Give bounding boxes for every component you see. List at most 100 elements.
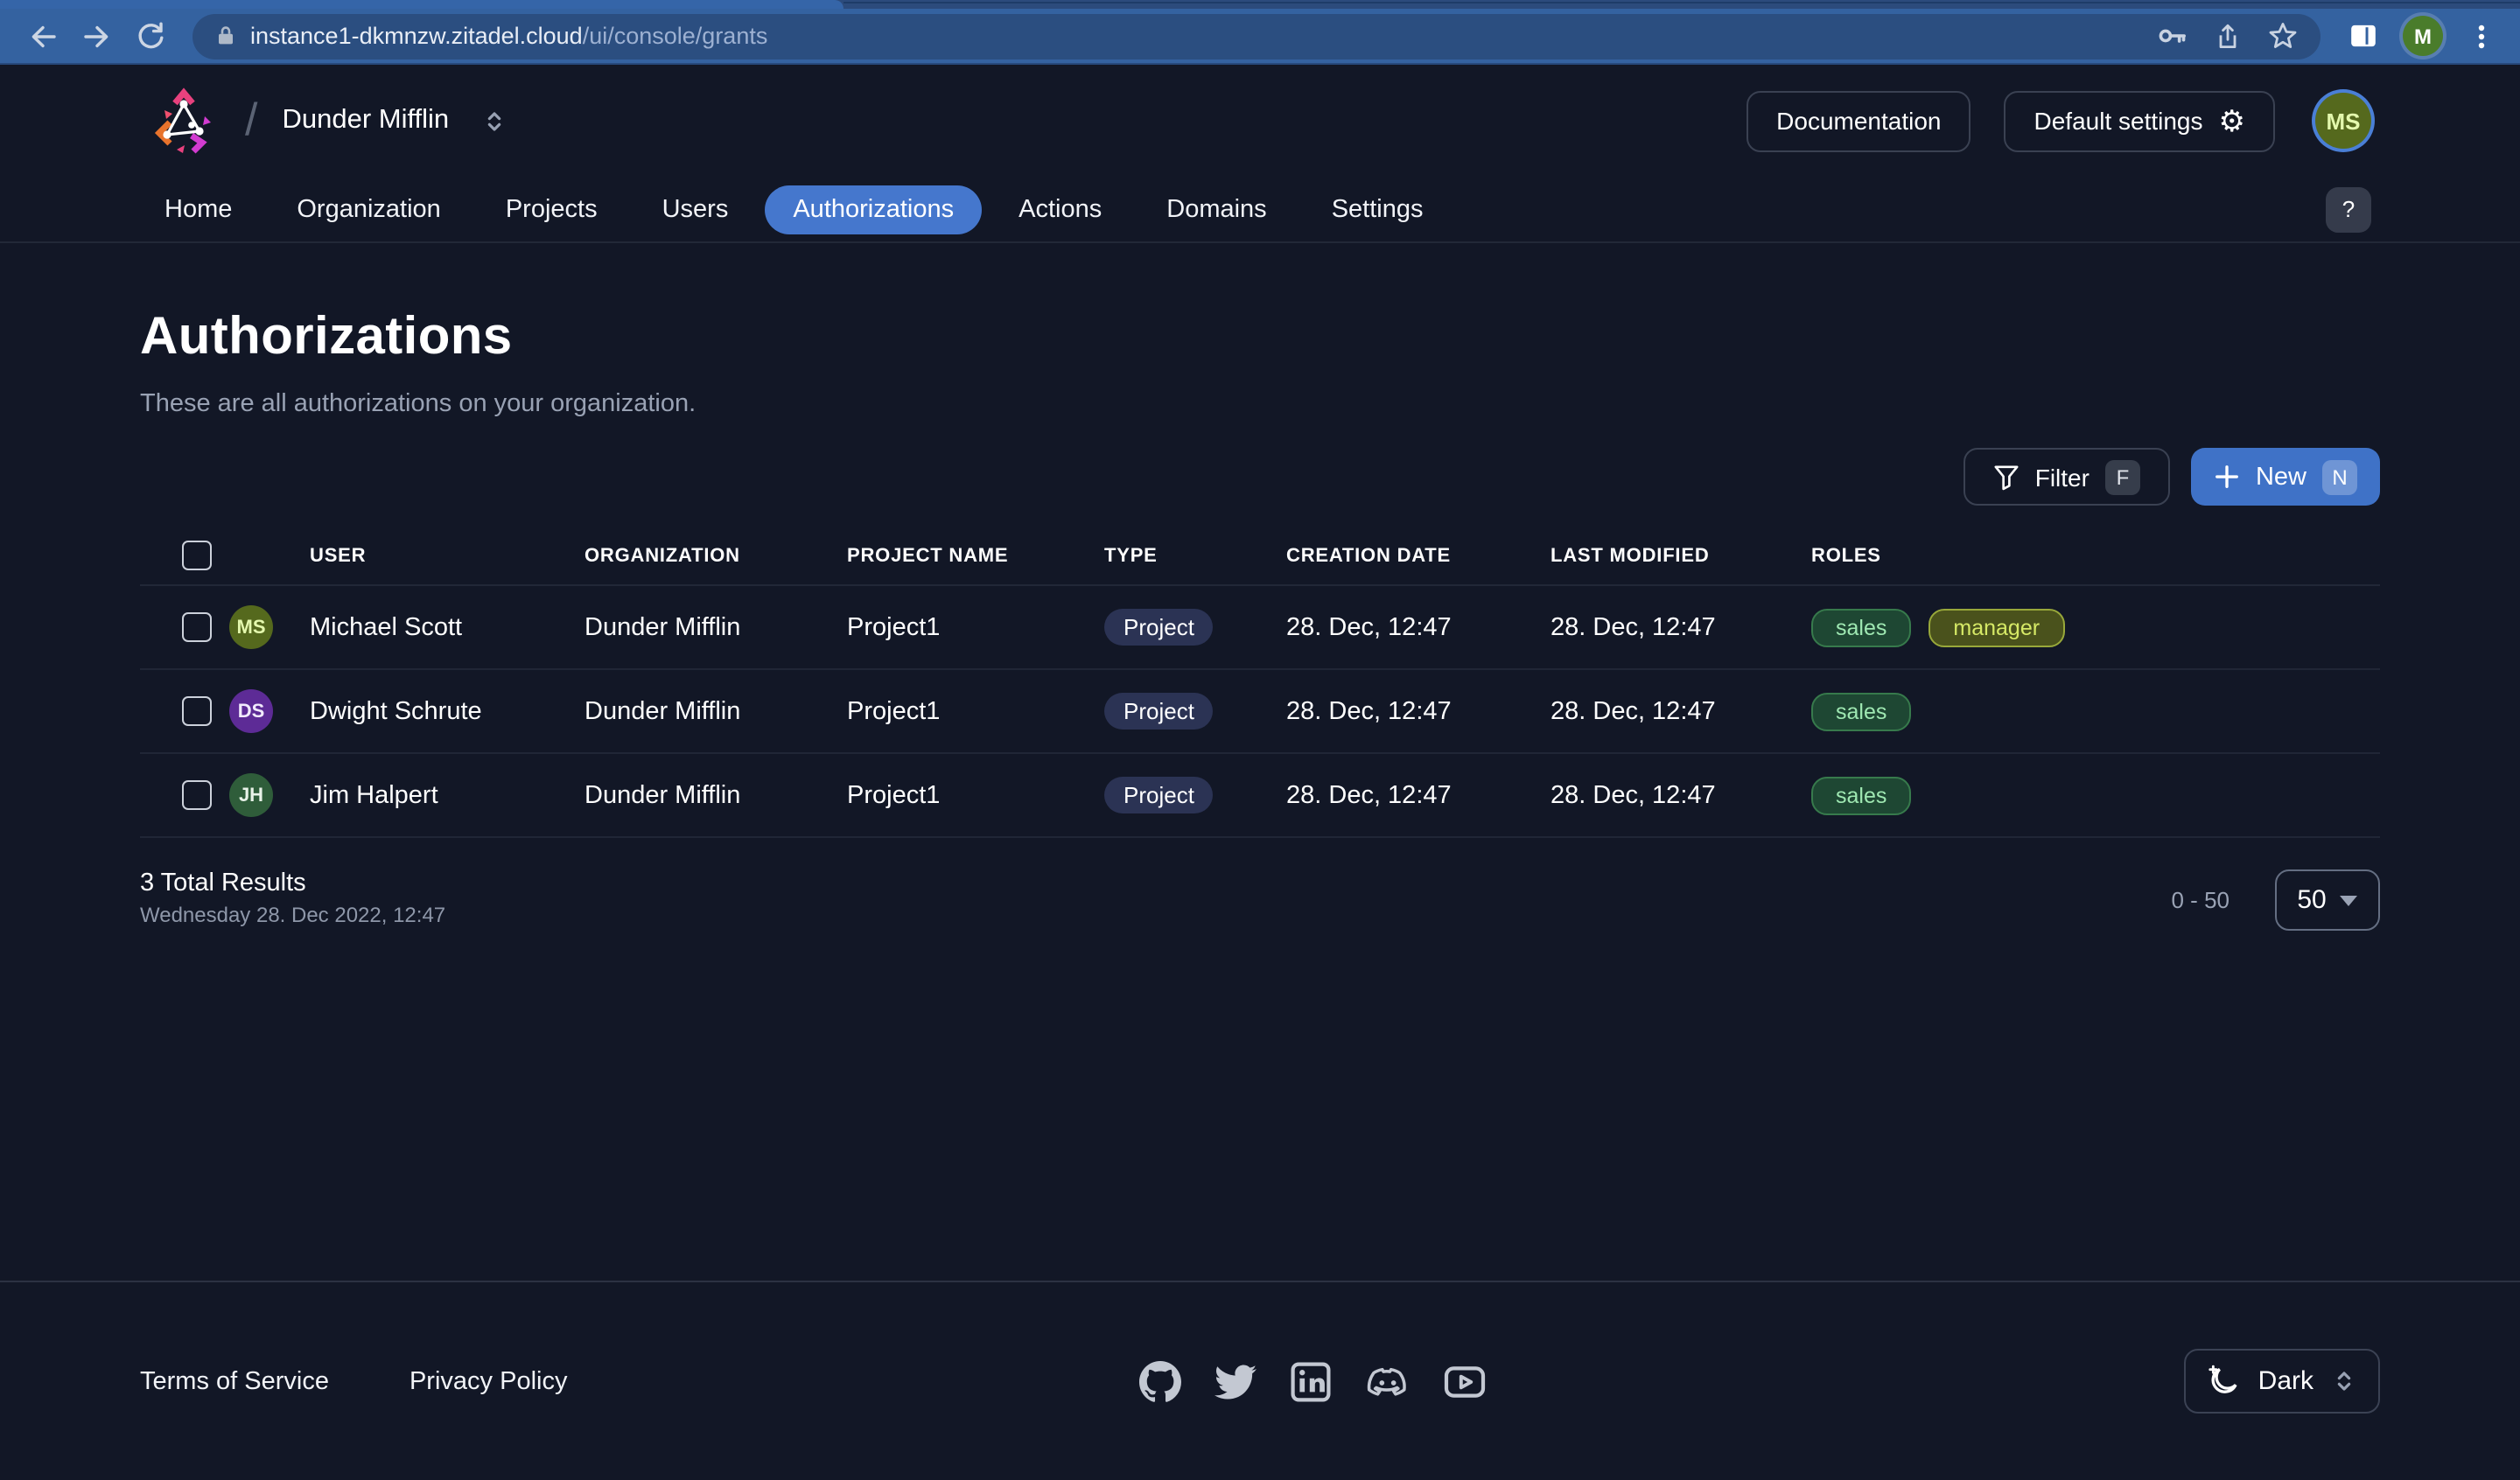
new-button[interactable]: New N xyxy=(2191,448,2380,506)
page-footer: Terms of Service Privacy Policy Dark xyxy=(0,1281,2520,1480)
twitter-icon[interactable] xyxy=(1215,1360,1257,1402)
project-name-cell: Project1 xyxy=(840,613,1097,641)
table-row[interactable]: DS Dwight Schrute Dunder Mifflin Project… xyxy=(140,670,2380,754)
documentation-button[interactable]: Documentation xyxy=(1746,90,1970,151)
window-top-edge xyxy=(844,2,2520,3)
app-header: / Dunder Mifflin Documentation Default s… xyxy=(0,65,2520,243)
column-header-roles: ROLES xyxy=(1804,545,2380,566)
help-button[interactable]: ? xyxy=(2326,186,2371,232)
browser-reload-button[interactable] xyxy=(126,13,172,59)
documentation-label: Documentation xyxy=(1776,107,1941,135)
browser-tab-strip xyxy=(0,0,2520,9)
youtube-icon[interactable] xyxy=(1445,1360,1487,1402)
discord-icon[interactable] xyxy=(1366,1360,1411,1402)
avatar: DS xyxy=(229,689,273,733)
select-all-checkbox[interactable] xyxy=(182,541,212,570)
user-avatar[interactable]: MS xyxy=(2315,93,2371,149)
nav-item-home[interactable]: Home xyxy=(136,185,260,234)
forward-arrow-icon xyxy=(80,20,112,52)
browser-profile-avatar[interactable]: M xyxy=(2403,16,2443,56)
theme-select[interactable]: Dark xyxy=(2185,1349,2380,1414)
type-badge: Project xyxy=(1104,777,1214,813)
nav-item-projects[interactable]: Projects xyxy=(478,185,626,234)
bookmark-star-icon[interactable] xyxy=(2268,21,2298,51)
nav-item-settings[interactable]: Settings xyxy=(1304,185,1452,234)
last-modified-cell: 28. Dec, 12:47 xyxy=(1544,781,1804,809)
type-badge: Project xyxy=(1104,609,1214,646)
nav-item-domains[interactable]: Domains xyxy=(1138,185,1294,234)
password-key-icon[interactable] xyxy=(2158,21,2188,51)
default-settings-button[interactable]: Default settings ⚙ xyxy=(2005,90,2276,151)
creation-date-cell: 28. Dec, 12:47 xyxy=(1279,613,1544,641)
new-shortcut-badge: N xyxy=(2322,459,2357,494)
nav-item-organization[interactable]: Organization xyxy=(269,185,468,234)
active-browser-tab xyxy=(0,0,844,9)
browser-toolbar: instance1-dkmnzw.zitadel.cloud/ui/consol… xyxy=(0,9,2520,65)
main-nav: Home Organization Projects Users Authori… xyxy=(0,177,2520,241)
column-header-creation-date: CREATION DATE xyxy=(1279,545,1544,566)
results-timestamp: Wednesday 28. Dec 2022, 12:47 xyxy=(140,903,445,927)
paginator: 0 - 50 50 xyxy=(2172,869,2381,931)
filter-button[interactable]: Filter F xyxy=(1964,448,2170,506)
linkedin-icon[interactable] xyxy=(1291,1360,1333,1402)
url-text: instance1-dkmnzw.zitadel.cloud/ui/consol… xyxy=(250,23,2144,49)
filter-shortcut-badge: F xyxy=(2105,459,2140,494)
address-bar[interactable]: instance1-dkmnzw.zitadel.cloud/ui/consol… xyxy=(192,13,2320,59)
default-settings-label: Default settings xyxy=(2034,107,2203,135)
lock-icon xyxy=(215,24,236,47)
total-results: 3 Total Results xyxy=(140,869,445,897)
organization-cell: Dunder Mifflin xyxy=(578,613,840,641)
moon-icon xyxy=(2208,1365,2241,1398)
caret-down-icon xyxy=(2341,895,2358,905)
project-name-cell: Project1 xyxy=(840,697,1097,725)
github-icon[interactable] xyxy=(1140,1360,1182,1402)
privacy-policy-link[interactable]: Privacy Policy xyxy=(410,1367,568,1395)
row-checkbox[interactable] xyxy=(182,612,212,642)
filter-label: Filter xyxy=(2035,463,2090,491)
url-path: /ui/console/grants xyxy=(583,23,768,49)
gear-icon: ⚙ xyxy=(2219,106,2246,136)
column-header-user: USER xyxy=(219,545,578,566)
zitadel-logo-icon[interactable] xyxy=(150,87,217,154)
nav-item-authorizations[interactable]: Authorizations xyxy=(765,185,982,234)
page-subtitle: These are all authorizations on your org… xyxy=(140,390,2380,418)
page-size-value: 50 xyxy=(2297,885,2326,915)
org-switcher[interactable]: Dunder Mifflin xyxy=(282,105,507,136)
terms-of-service-link[interactable]: Terms of Service xyxy=(140,1367,329,1395)
role-badge-sales: sales xyxy=(1811,692,1911,730)
role-badge-manager: manager xyxy=(1928,608,2064,646)
table-row[interactable]: JH Jim Halpert Dunder Mifflin Project1 P… xyxy=(140,754,2380,838)
row-checkbox[interactable] xyxy=(182,780,212,810)
new-label: New xyxy=(2256,463,2306,491)
organization-cell: Dunder Mifflin xyxy=(578,781,840,809)
theme-label: Dark xyxy=(2258,1366,2314,1396)
share-icon[interactable] xyxy=(2214,22,2242,50)
nav-item-users[interactable]: Users xyxy=(634,185,757,234)
screen: instance1-dkmnzw.zitadel.cloud/ui/consol… xyxy=(0,0,2520,1480)
creation-date-cell: 28. Dec, 12:47 xyxy=(1279,781,1544,809)
avatar: JH xyxy=(229,773,273,817)
creation-date-cell: 28. Dec, 12:47 xyxy=(1279,697,1544,725)
browser-forward-button[interactable] xyxy=(74,13,119,59)
table-header-row: USER ORGANIZATION PROJECT NAME TYPE CREA… xyxy=(140,527,2380,586)
user-name: Dwight Schrute xyxy=(310,697,482,725)
results-summary: 3 Total Results Wednesday 28. Dec 2022, … xyxy=(140,869,445,927)
avatar: MS xyxy=(229,605,273,649)
user-name: Michael Scott xyxy=(310,613,462,641)
type-badge: Project xyxy=(1104,693,1214,730)
role-badge-sales: sales xyxy=(1811,776,1911,814)
page-size-select[interactable]: 50 xyxy=(2275,869,2380,931)
breadcrumb-slash: / xyxy=(245,92,257,146)
browser-menu-icon[interactable] xyxy=(2468,22,2496,50)
row-checkbox[interactable] xyxy=(182,696,212,726)
nav-item-actions[interactable]: Actions xyxy=(990,185,1130,234)
organization-cell: Dunder Mifflin xyxy=(578,697,840,725)
page-title: Authorizations xyxy=(140,308,2380,367)
authorizations-table: USER ORGANIZATION PROJECT NAME TYPE CREA… xyxy=(140,527,2380,838)
side-panel-icon[interactable] xyxy=(2348,21,2378,51)
filter-funnel-icon xyxy=(1993,463,2020,491)
role-badge-sales: sales xyxy=(1811,608,1911,646)
table-row[interactable]: MS Michael Scott Dunder Mifflin Project1… xyxy=(140,586,2380,670)
browser-back-button[interactable] xyxy=(21,13,66,59)
reload-icon xyxy=(134,21,164,51)
